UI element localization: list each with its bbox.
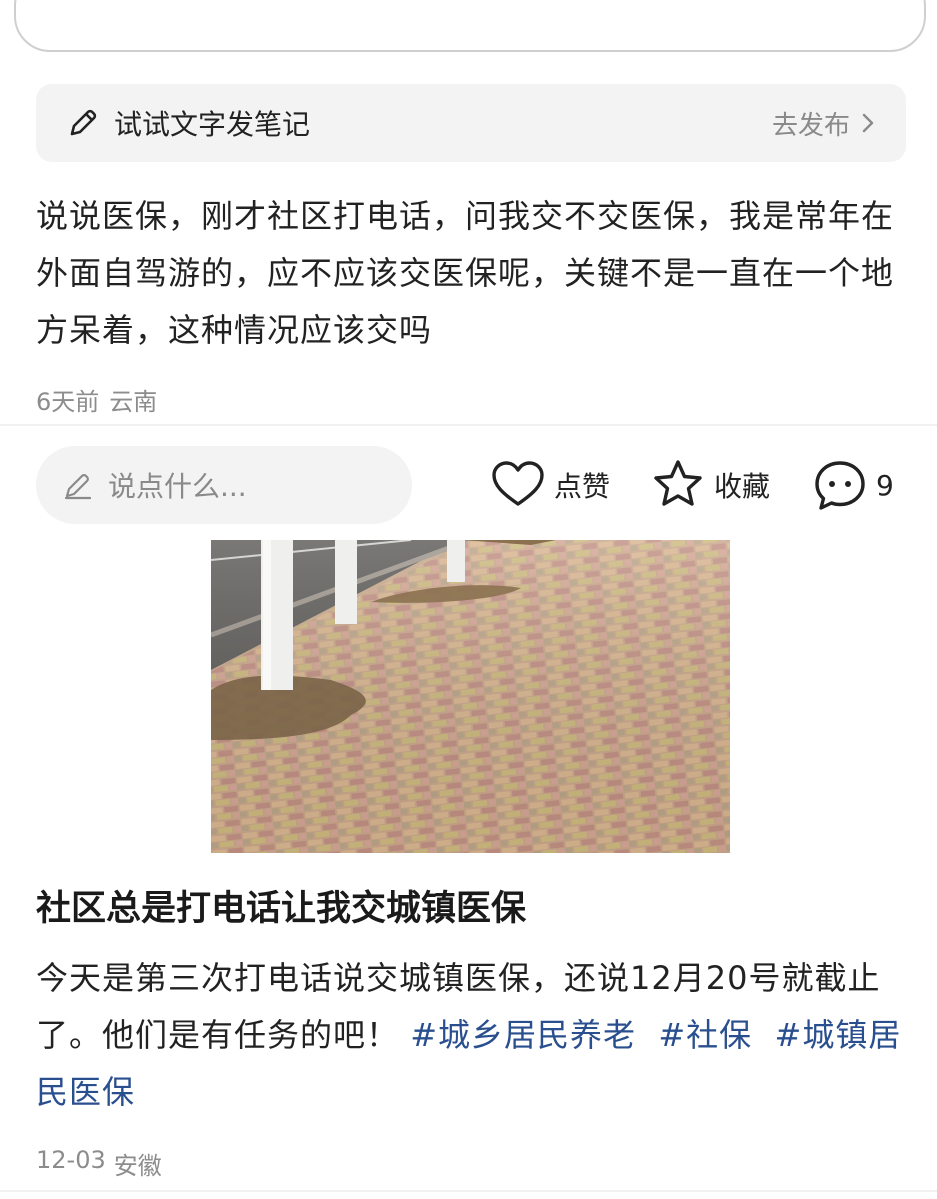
publish-label: 去发布 xyxy=(771,110,850,141)
text-note-label: 试试文字发笔记 xyxy=(114,108,311,141)
pencil-icon xyxy=(64,474,92,500)
post-location: 云南 xyxy=(109,388,158,416)
publish-button[interactable]: 去发布 xyxy=(772,105,878,142)
like-label: 点赞 xyxy=(554,470,611,503)
sidewalk-photo xyxy=(211,540,730,853)
post-time: 6天前 xyxy=(36,388,100,416)
comment-count: 9 xyxy=(876,468,894,502)
divider xyxy=(0,424,937,426)
action-bar: 说点什么... 点赞 收藏 9 xyxy=(0,446,937,526)
hashtag-link[interactable]: #城乡居民养老 xyxy=(410,1016,636,1054)
post-location: 安徽 xyxy=(113,1152,162,1180)
favorite-label: 收藏 xyxy=(714,470,771,503)
star-icon xyxy=(654,460,702,506)
heart-icon xyxy=(492,461,544,506)
hashtag-link[interactable]: #社保 xyxy=(658,1016,752,1054)
post-body: 今天是第三次打电话说交城镇医保，还说12月20号就截止了。他们是有任务的吧！ #… xyxy=(36,950,916,1121)
divider xyxy=(0,1190,937,1192)
post-date: 12-03 xyxy=(36,1146,106,1174)
comment-bubble-icon xyxy=(815,461,865,510)
comment-placeholder: 说点什么... xyxy=(108,470,247,503)
text-note-bar[interactable]: 试试文字发笔记 去发布 xyxy=(36,84,906,162)
post-meta: 6天前 云南 xyxy=(36,382,157,417)
pencil-icon xyxy=(70,109,97,136)
comment-input[interactable]: 说点什么... xyxy=(36,446,412,524)
favorite-button[interactable]: 收藏 xyxy=(650,456,770,514)
post-meta: 12-03 安徽 xyxy=(36,1146,162,1181)
like-button[interactable]: 点赞 xyxy=(490,456,610,514)
post-body: 说说医保，刚才社区打电话，问我交不交医保，我是常年在外面自驾游的，应不应该交医保… xyxy=(36,197,895,349)
chevron-right-icon xyxy=(862,113,874,133)
comment-button[interactable]: 9 xyxy=(812,456,894,514)
post-title: 社区总是打电话让我交城镇医保 xyxy=(36,889,527,929)
previous-card-edge xyxy=(14,0,926,52)
post-photo[interactable] xyxy=(211,540,730,853)
